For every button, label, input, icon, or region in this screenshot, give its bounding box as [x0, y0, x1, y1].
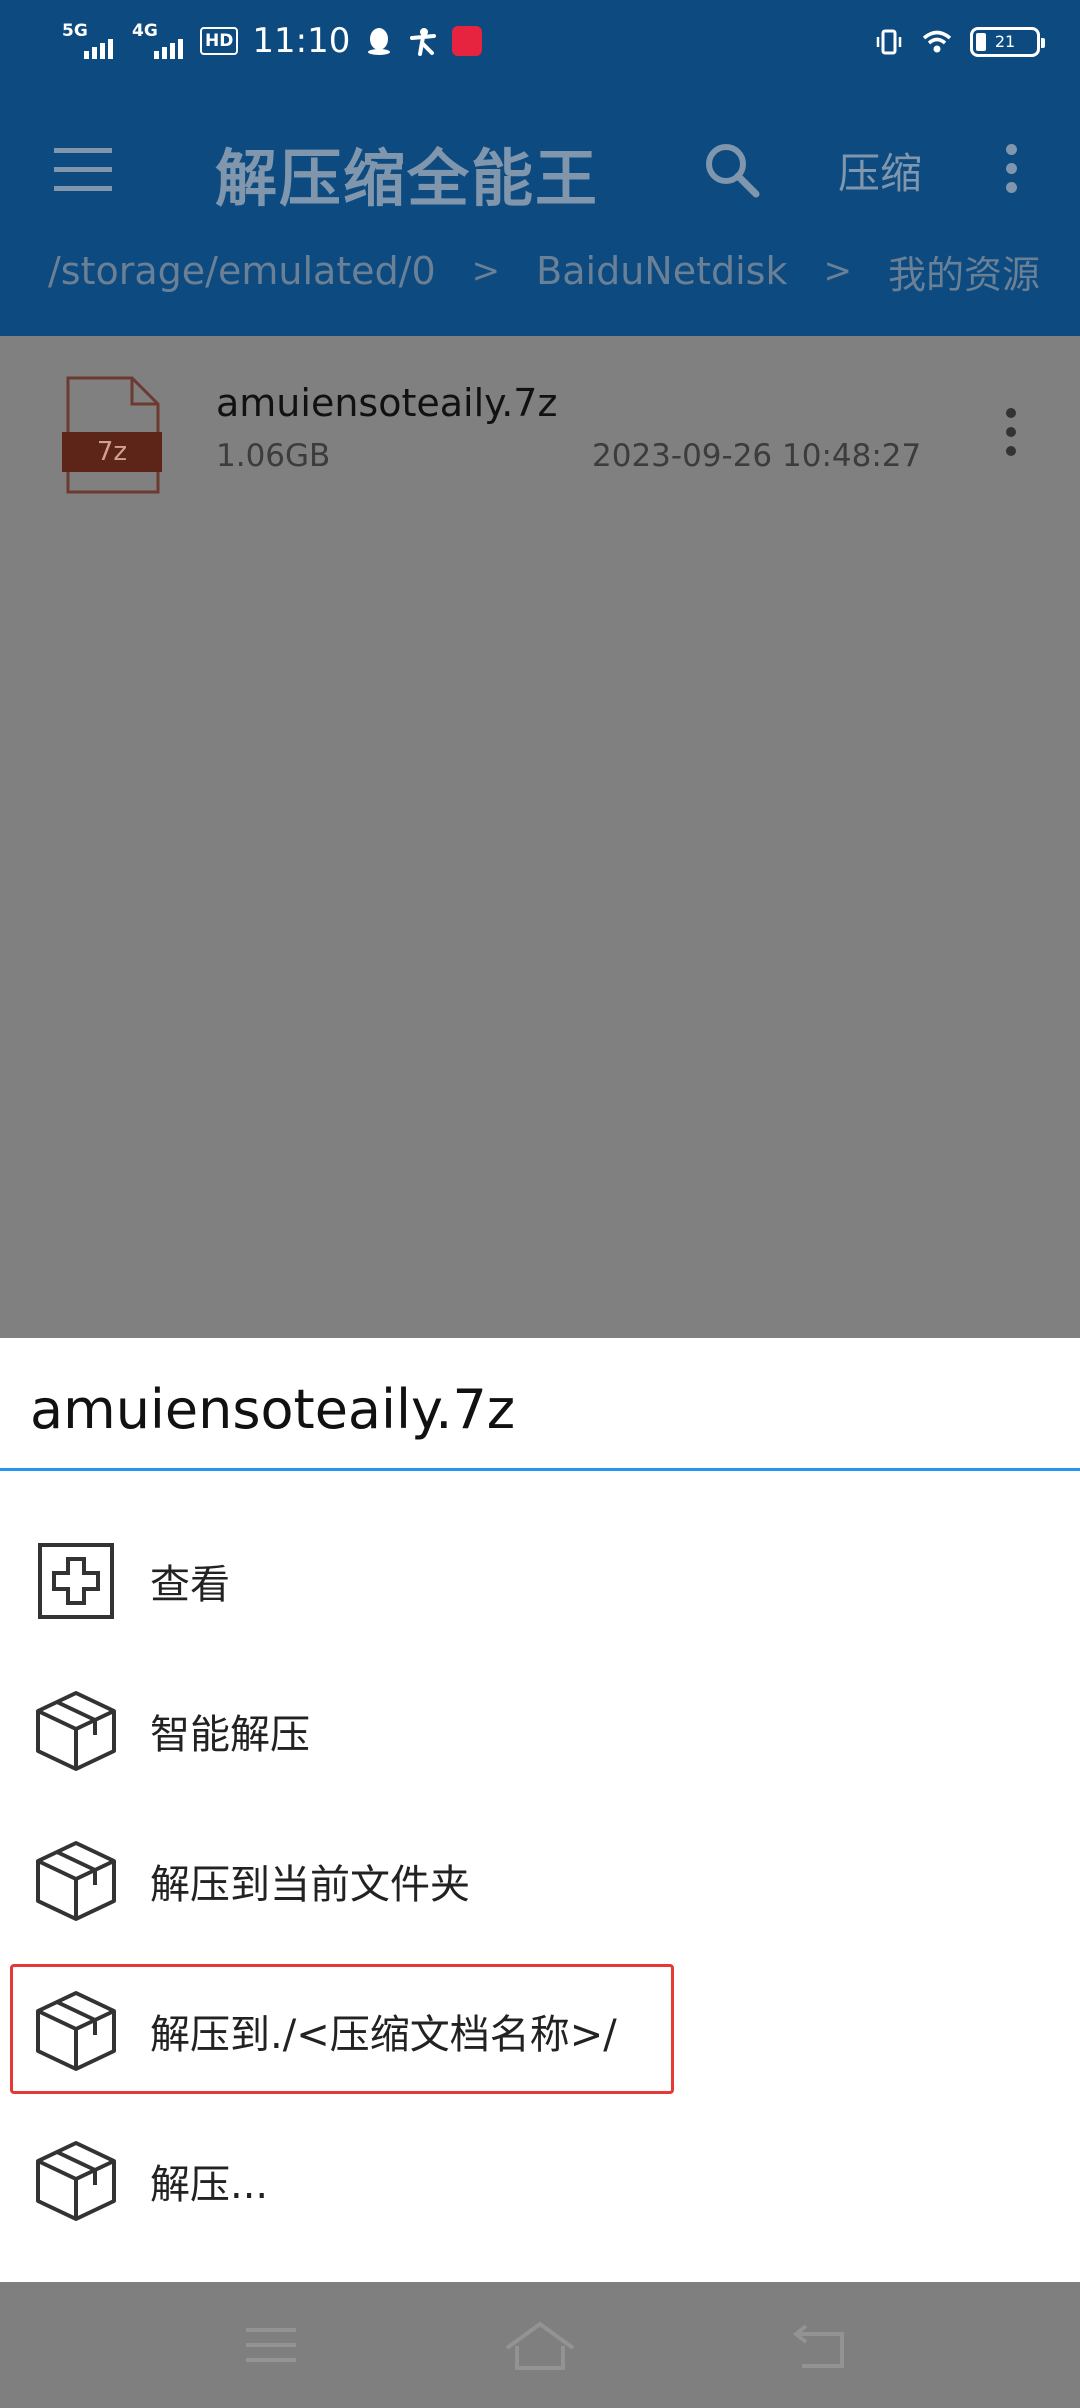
signal-sim1-icon: 5G — [60, 21, 116, 61]
option-smart-extract-label: 智能解压 — [150, 1712, 310, 1758]
overflow-menu-icon[interactable] — [1006, 144, 1020, 194]
back-icon[interactable] — [776, 2312, 866, 2378]
compress-button[interactable]: 压缩 — [838, 140, 922, 201]
option-extract-here[interactable]: 解压到当前文件夹 — [0, 1806, 1080, 1956]
option-view-label: 查看 — [150, 1562, 230, 1608]
breadcrumb-separator: > — [823, 251, 852, 291]
menu-icon[interactable] — [54, 148, 112, 191]
signal-sim2-icon: 4G — [130, 21, 186, 61]
person-app-icon — [410, 28, 437, 56]
action-sheet: amuiensoteaily.7z 查看 智能解压 解压到当前文件夹 解压到./… — [0, 1338, 1080, 2282]
vibrate-icon — [876, 29, 902, 55]
breadcrumb-separator: > — [471, 251, 501, 291]
option-view[interactable]: 查看 — [0, 1506, 1080, 1656]
status-left: 5G 4G HD 11:10 — [60, 18, 483, 64]
recents-icon[interactable] — [226, 2312, 316, 2378]
file-date: 2023-09-26 10:48:27 — [592, 438, 922, 474]
option-extract-to-folder-label: 解压到./<压缩文档名称>/ — [150, 2012, 617, 2058]
wifi-icon — [922, 30, 952, 53]
breadcrumb-root[interactable]: /storage/emulated/0 — [48, 249, 436, 293]
status-bar: 5G 4G HD 11:10 21 — [0, 0, 1080, 82]
archive-file-icon: 7z — [62, 376, 162, 494]
search-icon[interactable] — [700, 138, 764, 202]
file-more-icon[interactable] — [1006, 408, 1020, 468]
breadcrumb-baidunetdisk[interactable]: BaiduNetdisk — [536, 249, 787, 293]
package-icon — [36, 1691, 116, 1771]
option-extract-to-folder[interactable]: 解压到./<压缩文档名称>/ — [0, 1956, 1080, 2106]
breadcrumb: /storage/emulated/0 > BaiduNetdisk > 我的资… — [48, 244, 1040, 298]
breadcrumb-current[interactable]: 我的资源 — [888, 244, 1040, 299]
file-name: amuiensoteaily.7z — [216, 381, 558, 425]
package-icon — [36, 2141, 116, 2221]
qq-icon — [368, 28, 391, 55]
option-smart-extract[interactable]: 智能解压 — [0, 1656, 1080, 1806]
battery-level: 21 — [994, 32, 1016, 51]
file-list-item[interactable]: 7z amuiensoteaily.7z 1.06GB 2023-09-26 1… — [0, 336, 1080, 536]
sheet-divider — [0, 1468, 1080, 1471]
option-extract-here-label: 解压到当前文件夹 — [150, 1862, 470, 1908]
package-icon — [36, 1841, 116, 1921]
status-right: 21 — [874, 24, 1045, 60]
package-icon — [36, 1991, 116, 2071]
red-app-notification-icon — [452, 26, 483, 56]
battery-icon: 21 — [970, 27, 1045, 57]
option-extract-custom-label: 解压... — [150, 2162, 269, 2208]
view-plus-icon — [38, 1543, 114, 1619]
file-size: 1.06GB — [216, 438, 331, 474]
status-time: 11:10 — [252, 21, 351, 61]
app-title: 解压缩全能王 — [215, 142, 600, 215]
option-extract-custom[interactable]: 解压... — [0, 2106, 1080, 2256]
hd-voice-icon: HD — [200, 27, 239, 55]
sheet-title: amuiensoteaily.7z — [30, 1378, 516, 1441]
sim2-network-label: 4G — [132, 21, 158, 41]
home-icon[interactable] — [495, 2312, 585, 2378]
sim1-network-label: 5G — [62, 21, 88, 41]
navigation-bar — [0, 2282, 1080, 2408]
file-type-badge: 7z — [97, 437, 127, 467]
